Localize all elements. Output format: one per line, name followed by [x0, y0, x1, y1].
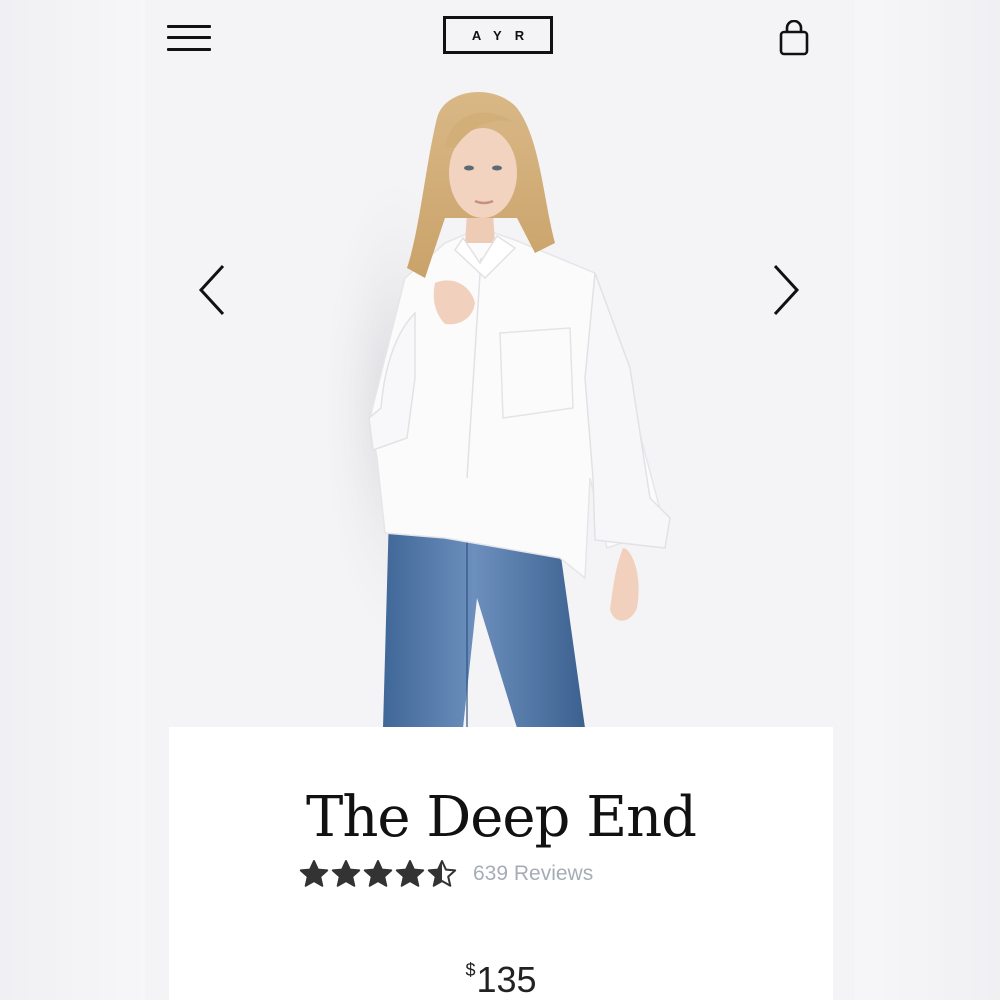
product-info-card: The Deep End 639 Reviews $135 — [169, 727, 833, 1000]
star-icon — [363, 860, 393, 887]
page: AYR The Deep End 639 Reviews $135 — [0, 0, 1000, 1000]
menu-bar — [167, 25, 211, 28]
star-icon — [299, 860, 329, 887]
shopping-bag-icon[interactable] — [777, 19, 811, 58]
reviews-link[interactable]: 639 Reviews — [473, 862, 593, 886]
frame-right — [850, 0, 1000, 1000]
star-icon — [331, 860, 361, 887]
brand-logo[interactable]: AYR — [443, 16, 553, 54]
site-header: AYR — [145, 0, 855, 78]
star-rating — [299, 859, 457, 889]
price-value: 135 — [476, 959, 537, 1000]
product-price: $135 — [169, 959, 833, 1000]
chevron-left-icon[interactable] — [191, 260, 231, 320]
product-page: AYR The Deep End 639 Reviews $135 — [145, 0, 855, 1000]
menu-bar — [167, 48, 211, 51]
product-title: The Deep End — [306, 785, 697, 850]
menu-bar — [167, 36, 211, 39]
product-rating[interactable]: 639 Reviews — [299, 857, 593, 891]
star-icon — [427, 860, 457, 887]
product-image-carousel[interactable] — [145, 78, 855, 728]
chevron-right-icon[interactable] — [767, 260, 807, 320]
product-photo — [315, 91, 671, 728]
menu-icon[interactable] — [167, 22, 213, 56]
price-currency: $ — [465, 960, 476, 980]
star-icon — [395, 860, 425, 887]
frame-left — [0, 0, 150, 1000]
